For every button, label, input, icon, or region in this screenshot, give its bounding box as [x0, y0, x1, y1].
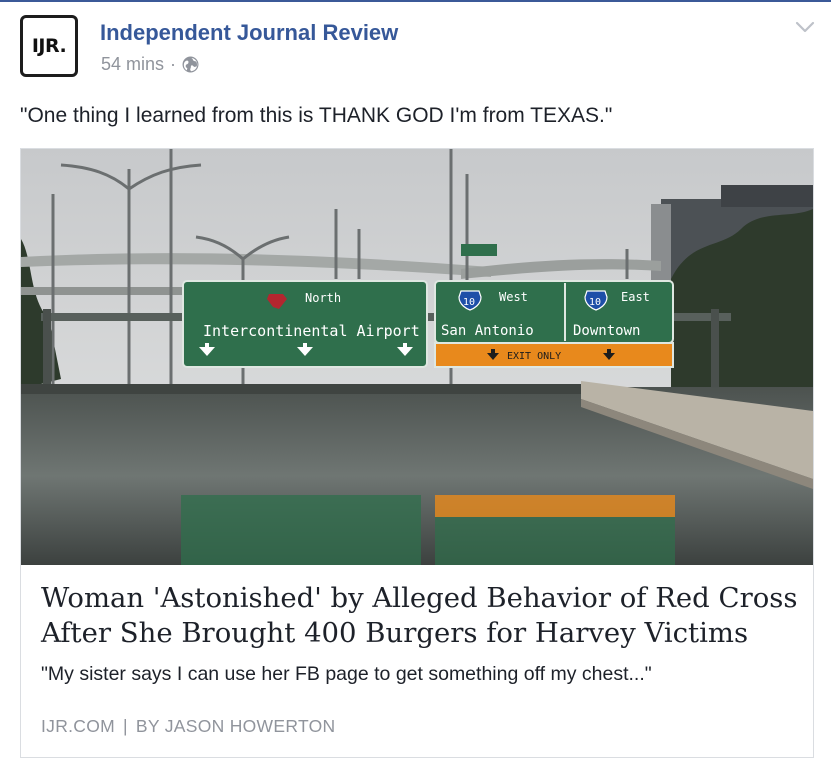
- link-description: "My sister says I can use her FB page to…: [41, 663, 652, 685]
- sign-downtown-label: Downtown: [573, 323, 640, 339]
- sign-north: North Intercontinental Airport: [182, 280, 428, 368]
- sign-san-antonio-label: San Antonio: [441, 323, 534, 339]
- west-shield-number: 10: [463, 297, 475, 308]
- post-timestamp[interactable]: 54 mins: [101, 54, 164, 75]
- sign-west-label: West: [499, 290, 528, 304]
- link-headline[interactable]: Woman 'Astonished' by Alleged Behavior o…: [41, 581, 801, 651]
- page-avatar[interactable]: IJR.: [20, 15, 78, 77]
- avatar-logo-text: IJR.: [31, 35, 67, 57]
- exit-only-label: EXIT ONLY: [507, 351, 561, 362]
- link-image[interactable]: North Intercontinental Airport 10 West S…: [21, 149, 813, 565]
- link-preview-card[interactable]: North Intercontinental Airport 10 West S…: [20, 148, 814, 758]
- sign-north-label: North: [305, 291, 341, 305]
- post-meta: 54 mins ·: [101, 54, 199, 75]
- page-name-link[interactable]: Independent Journal Review: [100, 20, 398, 46]
- top-border: [0, 0, 831, 2]
- source-separator: |: [123, 716, 128, 736]
- sign-east-label: East: [621, 290, 650, 304]
- globe-icon[interactable]: [182, 56, 199, 73]
- meta-separator: ·: [170, 54, 177, 74]
- chevron-down-icon[interactable]: [795, 20, 815, 39]
- link-domain: IJR.COM: [41, 716, 116, 736]
- east-shield-number: 10: [589, 297, 601, 308]
- link-byline: BY JASON HOWERTON: [135, 716, 336, 736]
- sign-airport-label: Intercontinental Airport: [203, 322, 420, 340]
- post-message: "One thing I learned from this is THANK …: [20, 104, 613, 127]
- sign-interstate-10: 10 West San Antonio 10 East Downtown EXI…: [434, 280, 674, 368]
- link-source: IJR.COM | BY JASON HOWERTON: [41, 716, 336, 737]
